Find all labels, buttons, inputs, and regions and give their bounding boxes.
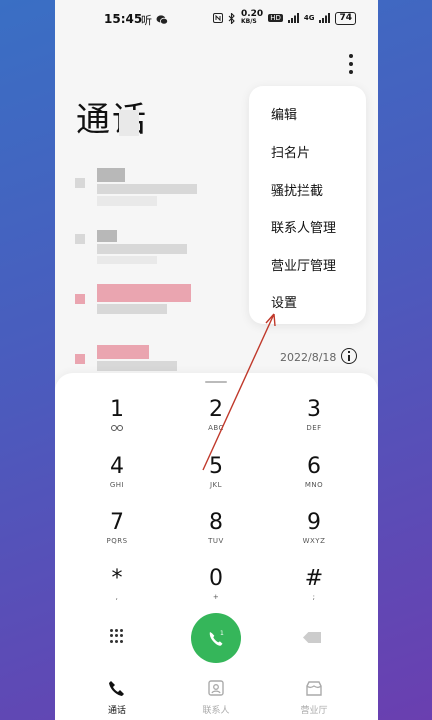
- menu-item-harassment-block[interactable]: 骚扰拦截: [271, 180, 323, 199]
- network-speed: 0.20 KB/S: [240, 9, 264, 26]
- key-1[interactable]: 1: [77, 397, 157, 431]
- key-7[interactable]: 7 PQRS: [77, 510, 157, 546]
- key-star[interactable]: * ,: [77, 566, 157, 602]
- signal-icon: [287, 13, 299, 23]
- call-date: 2022/8/18: [280, 351, 337, 364]
- key-5[interactable]: 5 JKL: [176, 454, 256, 490]
- dialpad: 1 2 ABC 3 DEF 4 GHI 5 JKL 6 MNO 7 PQRS 8: [55, 373, 378, 720]
- phone-call-icon: 1: [209, 630, 224, 646]
- tab-store[interactable]: 营业厅: [279, 679, 349, 716]
- tab-calls[interactable]: 通话: [82, 679, 152, 716]
- hd-badge: HD: [268, 14, 283, 22]
- status-right-icons: 0.20 KB/S HD 4G 74: [212, 9, 356, 26]
- menu-item-edit[interactable]: 编辑: [271, 104, 297, 123]
- call-button[interactable]: 1: [191, 613, 241, 663]
- more-options-button[interactable]: [343, 52, 359, 76]
- signal-2-icon: [319, 13, 331, 23]
- menu-item-scan-card[interactable]: 扫名片: [271, 142, 310, 161]
- key-6[interactable]: 6 MNO: [274, 454, 354, 490]
- key-4[interactable]: 4 GHI: [77, 454, 157, 490]
- key-2[interactable]: 2 ABC: [176, 397, 256, 433]
- bluetooth-icon: [228, 12, 235, 24]
- menu-item-contact-management[interactable]: 联系人管理: [271, 217, 336, 236]
- drag-handle[interactable]: [205, 381, 227, 383]
- voicemail-icon: [111, 425, 123, 431]
- overflow-menu: 编辑 扫名片 骚扰拦截 联系人管理 营业厅管理 设置: [249, 86, 366, 324]
- tab-contacts[interactable]: 联系人: [181, 679, 251, 716]
- info-icon[interactable]: [341, 348, 357, 364]
- signal-4g-label: 4G: [303, 14, 315, 22]
- status-app-icons: 听: [141, 12, 168, 28]
- svg-text:1: 1: [220, 630, 224, 637]
- status-bar: 15:45 听 0.20 KB/S HD 4G 74: [55, 0, 378, 38]
- menu-item-store-management[interactable]: 营业厅管理: [271, 255, 336, 274]
- key-hash[interactable]: # ;: [274, 566, 354, 602]
- backspace-icon[interactable]: [303, 632, 321, 643]
- key-8[interactable]: 8 TUV: [176, 510, 256, 546]
- phone-icon: [109, 681, 124, 696]
- battery-indicator: 74: [335, 11, 356, 25]
- phone-screen: 15:45 听 0.20 KB/S HD 4G 74 通话 2022/8/18 …: [55, 0, 378, 720]
- status-time: 15:45: [104, 12, 143, 26]
- listen-indicator: 听: [141, 14, 152, 27]
- key-9[interactable]: 9 WXYZ: [274, 510, 354, 546]
- menu-item-settings[interactable]: 设置: [271, 292, 297, 311]
- contact-card-icon: [208, 680, 224, 696]
- store-icon: [306, 681, 322, 696]
- nfc-icon: [212, 13, 223, 23]
- key-3[interactable]: 3 DEF: [274, 397, 354, 433]
- key-0[interactable]: 0 +: [176, 566, 256, 602]
- dialpad-toggle-icon[interactable]: [110, 629, 124, 643]
- wechat-icon: [156, 15, 168, 25]
